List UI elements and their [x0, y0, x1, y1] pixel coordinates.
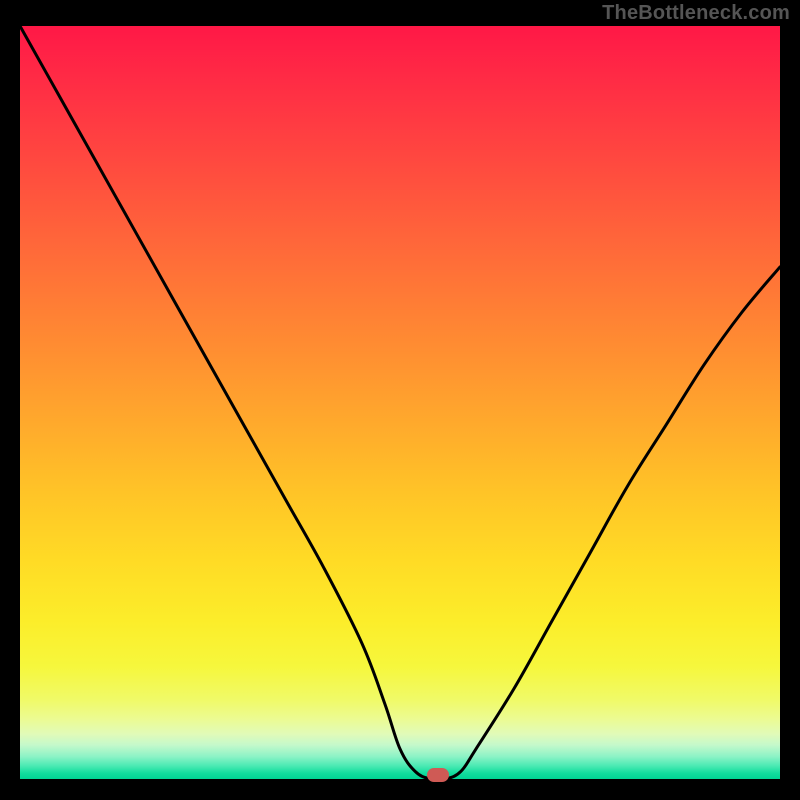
- plot-area: [20, 26, 780, 779]
- watermark-text: TheBottleneck.com: [602, 2, 790, 25]
- bottleneck-curve: [20, 26, 780, 779]
- optimal-point-marker: [427, 768, 449, 782]
- chart-stage: TheBottleneck.com: [0, 0, 800, 800]
